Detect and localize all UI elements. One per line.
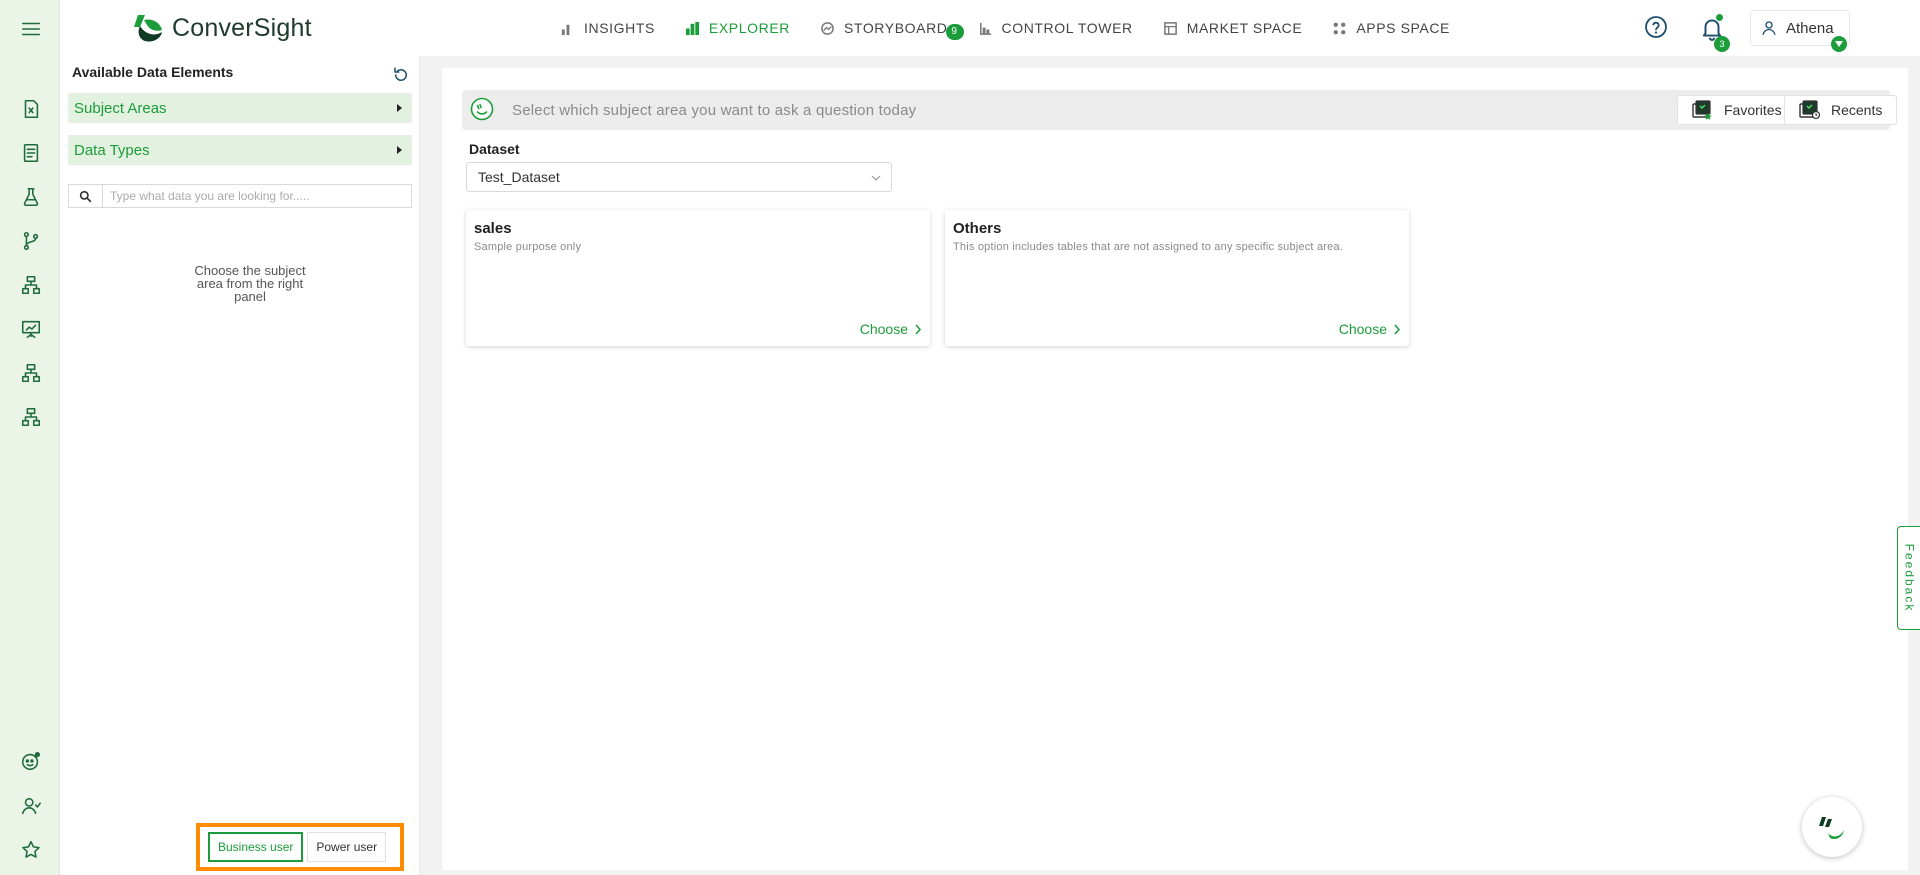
data-types-accordion[interactable]: Data Types bbox=[68, 135, 412, 165]
conversight-logo-icon bbox=[134, 15, 162, 42]
expand-arrow-icon bbox=[397, 104, 402, 112]
storyboard-icon bbox=[821, 21, 834, 35]
dataset-select[interactable]: Test_Dataset bbox=[466, 162, 892, 192]
recents-label: Recents bbox=[1831, 102, 1883, 118]
help-icon[interactable] bbox=[1644, 15, 1668, 39]
assistant-bot-icon[interactable] bbox=[19, 749, 43, 773]
nav-storyboard[interactable]: STORYBOARD 9 bbox=[820, 20, 964, 40]
nav-apps-space-label: APPS SPACE bbox=[1356, 20, 1450, 36]
org-chart-icon[interactable] bbox=[19, 361, 43, 385]
user-mode-toggle: Business user Power user bbox=[196, 823, 404, 871]
choose-label: Choose bbox=[1338, 321, 1387, 337]
user-name: Athena bbox=[1786, 19, 1834, 37]
nav-market-space[interactable]: MARKET SPACE bbox=[1163, 20, 1303, 36]
top-navbar: ConverSight INSIGHTS EXPLORER STORYBOARD… bbox=[60, 0, 1920, 56]
panel-title: Available Data Elements bbox=[72, 64, 234, 80]
star-icon[interactable] bbox=[19, 838, 43, 862]
structure-icon[interactable] bbox=[19, 405, 43, 429]
report-list-icon[interactable] bbox=[19, 141, 43, 165]
apps-grid-icon bbox=[1333, 22, 1346, 34]
subject-card-sales[interactable]: sales Sample purpose only Choose bbox=[466, 210, 930, 346]
card-title: Others bbox=[953, 220, 1002, 237]
hierarchy-icon[interactable] bbox=[19, 273, 43, 297]
git-branch-icon[interactable] bbox=[19, 229, 43, 253]
choose-button[interactable]: Choose bbox=[860, 321, 922, 337]
nav-explorer-label: EXPLORER bbox=[708, 20, 790, 36]
nav-insights[interactable]: INSIGHTS bbox=[560, 20, 655, 36]
favorites-icon bbox=[1692, 100, 1712, 120]
choose-label: Choose bbox=[859, 321, 908, 337]
storyboard-count-badge: 9 bbox=[945, 24, 964, 40]
question-bar[interactable]: Select which subject area you want to as… bbox=[462, 90, 1898, 130]
subject-areas-accordion[interactable]: Subject Areas bbox=[68, 93, 412, 123]
feedback-tab[interactable]: Feedback bbox=[1897, 526, 1920, 630]
hamburger-menu-icon[interactable] bbox=[19, 17, 43, 41]
dataset-value: Test_Dataset bbox=[478, 169, 560, 185]
brand-name: ConverSight bbox=[172, 13, 312, 42]
nav-storyboard-label: STORYBOARD bbox=[843, 20, 948, 36]
dataset-label: Dataset bbox=[469, 141, 520, 157]
chat-assistant-icon bbox=[1819, 817, 1844, 840]
chevron-right-icon bbox=[915, 324, 922, 334]
card-description: Sample purpose only bbox=[474, 241, 582, 253]
brand-logo[interactable]: ConverSight bbox=[134, 12, 312, 44]
choose-button[interactable]: Choose bbox=[1339, 321, 1401, 337]
assistant-face-icon bbox=[470, 97, 494, 121]
nav-apps-space[interactable]: APPS SPACE bbox=[1332, 20, 1450, 36]
lab-flask-icon[interactable] bbox=[19, 185, 43, 209]
user-profile-icon[interactable] bbox=[19, 794, 43, 818]
tower-icon bbox=[979, 22, 991, 35]
favorites-label: Favorites bbox=[1724, 102, 1782, 118]
user-icon bbox=[1762, 21, 1776, 35]
left-rail bbox=[0, 0, 60, 875]
chevron-down-icon bbox=[871, 175, 881, 181]
business-user-button[interactable]: Business user bbox=[208, 832, 304, 862]
chat-assistant-button[interactable] bbox=[1802, 797, 1862, 857]
explorer-main: Select which subject area you want to as… bbox=[442, 68, 1908, 870]
power-user-button[interactable]: Power user bbox=[307, 832, 387, 862]
notification-dot bbox=[1716, 14, 1723, 21]
explorer-chart-icon bbox=[685, 21, 699, 35]
notification-count-badge: 3 bbox=[1714, 36, 1730, 52]
empty-state-message: Choose the subject area from the right p… bbox=[194, 263, 306, 304]
search-icon bbox=[68, 184, 102, 208]
nav-market-space-label: MARKET SPACE bbox=[1186, 20, 1303, 36]
question-placeholder: Select which subject area you want to as… bbox=[512, 102, 917, 119]
data-elements-panel: Available Data Elements Subject Areas Da… bbox=[60, 56, 420, 875]
formula-file-icon[interactable] bbox=[19, 97, 43, 121]
nav-control-tower[interactable]: CONTROL TOWER bbox=[978, 20, 1133, 36]
recents-icon bbox=[1799, 100, 1821, 120]
card-title: sales bbox=[474, 220, 512, 237]
market-icon bbox=[1163, 21, 1177, 35]
nav-explorer[interactable]: EXPLORER bbox=[685, 20, 790, 36]
data-search-input[interactable] bbox=[102, 184, 412, 208]
presentation-chart-icon[interactable] bbox=[19, 317, 43, 341]
recents-button[interactable]: Recents bbox=[1784, 95, 1898, 125]
user-dropdown-caret-icon[interactable] bbox=[1831, 36, 1847, 52]
subject-areas-label: Subject Areas bbox=[74, 99, 167, 117]
card-description: This option includes tables that are not… bbox=[953, 241, 1344, 253]
data-search bbox=[68, 184, 412, 208]
bar-chart-icon bbox=[561, 24, 570, 35]
refresh-icon[interactable] bbox=[392, 66, 410, 84]
main-nav: INSIGHTS EXPLORER STORYBOARD 9 CONTROL T… bbox=[560, 0, 1450, 56]
expand-arrow-icon bbox=[397, 146, 402, 154]
nav-insights-label: INSIGHTS bbox=[584, 20, 655, 36]
subject-card-others[interactable]: Others This option includes tables that … bbox=[945, 210, 1409, 346]
data-types-label: Data Types bbox=[74, 141, 150, 159]
chevron-right-icon bbox=[1394, 324, 1401, 334]
nav-control-tower-label: CONTROL TOWER bbox=[1001, 20, 1133, 36]
favorites-button[interactable]: Favorites bbox=[1677, 95, 1797, 125]
feedback-label: Feedback bbox=[1902, 543, 1917, 613]
